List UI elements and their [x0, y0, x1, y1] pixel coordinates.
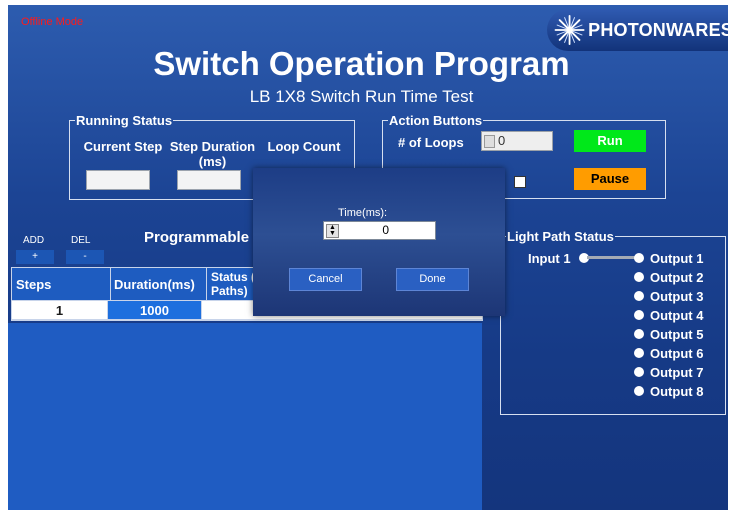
- output-label: Output 2: [650, 270, 704, 285]
- col-duration[interactable]: Duration(ms): [110, 268, 207, 300]
- output-dot: [634, 367, 644, 377]
- output-dot: [634, 291, 644, 301]
- time-label: Time(ms):: [338, 207, 388, 219]
- time-value: 0: [382, 223, 389, 237]
- output-label: Output 6: [650, 346, 704, 361]
- page-subtitle: LB 1X8 Switch Run Time Test: [249, 87, 474, 106]
- input-label: Input 1: [528, 251, 571, 266]
- output-label: Output 1: [650, 251, 704, 266]
- option-checkbox[interactable]: [514, 176, 526, 188]
- programmable-title: Programmable: [144, 229, 250, 246]
- app-window: Offline Mode PHOTONWARES Switch Operatio…: [8, 5, 728, 510]
- light-path-line: [587, 256, 635, 259]
- output-dot: [634, 253, 644, 263]
- logo-text: PHOTONWARES: [588, 19, 728, 40]
- time-input[interactable]: ▲ ▼ 0: [323, 221, 436, 240]
- table-empty-area: [8, 323, 482, 510]
- row-step-cell[interactable]: 1: [12, 301, 108, 319]
- loop-count-label: Loop Count: [267, 139, 341, 154]
- loops-value: 0: [498, 133, 506, 148]
- loops-stepper[interactable]: 0: [481, 131, 553, 151]
- starburst-icon: [554, 15, 585, 45]
- pause-button[interactable]: Pause: [574, 168, 646, 190]
- step-duration-label: Step Duration (ms): [169, 139, 256, 169]
- current-step-field[interactable]: [86, 170, 150, 190]
- light-path-legend: Light Path Status: [507, 229, 614, 244]
- del-step-button[interactable]: -: [66, 250, 104, 264]
- output-label: Output 8: [650, 384, 704, 399]
- loops-label: # of Loops: [398, 135, 464, 150]
- output-label: Output 3: [650, 289, 704, 304]
- output-dot: [634, 310, 644, 320]
- action-buttons-legend: Action Buttons: [389, 113, 483, 128]
- row-duration-cell[interactable]: 1000: [108, 301, 202, 319]
- cancel-button[interactable]: Cancel: [289, 268, 362, 291]
- time-stepper-icon[interactable]: ▲ ▼: [326, 224, 339, 238]
- output-dot: [634, 329, 644, 339]
- output-label: Output 7: [650, 365, 704, 380]
- add-step-button[interactable]: +: [16, 250, 54, 264]
- page-title: Switch Operation Program: [153, 45, 570, 82]
- output-dot: [634, 272, 644, 282]
- add-label: ADD: [23, 235, 45, 246]
- time-dialog: Time(ms): ▲ ▼ 0 Cancel Done: [253, 168, 505, 316]
- running-status-legend: Running Status: [76, 113, 173, 128]
- output-dot: [634, 386, 644, 396]
- offline-mode-label: Offline Mode: [21, 16, 84, 28]
- output-dot: [634, 348, 644, 358]
- done-button[interactable]: Done: [396, 268, 469, 291]
- stepper-arrows-icon[interactable]: [484, 135, 495, 148]
- step-duration-field[interactable]: [177, 170, 241, 190]
- col-steps[interactable]: Steps: [12, 268, 111, 300]
- run-button[interactable]: Run: [574, 130, 646, 152]
- current-step-label: Current Step: [83, 139, 163, 154]
- output-label: Output 4: [650, 308, 704, 323]
- output-label: Output 5: [650, 327, 704, 342]
- del-label: DEL: [71, 235, 91, 246]
